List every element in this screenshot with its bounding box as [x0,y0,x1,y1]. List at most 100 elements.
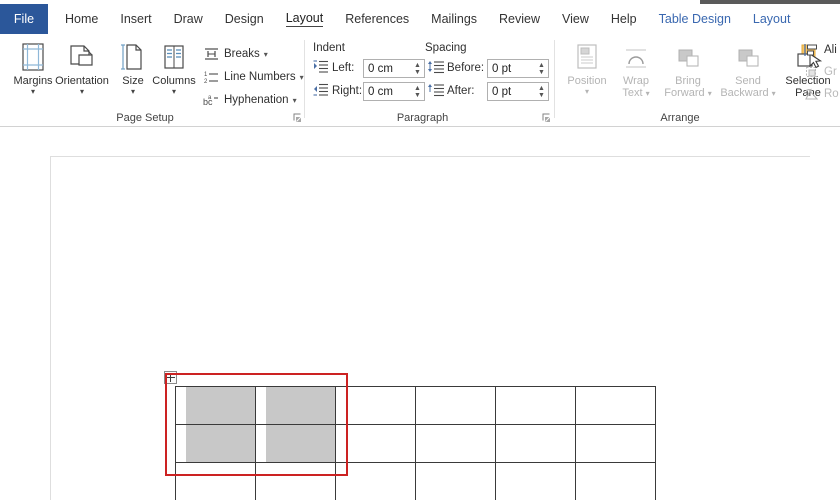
breaks-button[interactable]: Breaks ▾ [203,44,268,64]
tab-layout-contextual[interactable]: Layout [742,4,802,34]
ribbon-group-page-setup: Margins ▾ Orientation ▾ Size ▾ [0,34,305,127]
spacing-after-input[interactable] [488,83,535,100]
table-cell[interactable] [416,463,496,500]
table-grid[interactable] [175,386,656,500]
svg-text:1: 1 [204,72,208,78]
ribbon-tabs: HomeInsertDrawDesignLayoutReferencesMail… [54,4,801,34]
tab-file-label: File [14,12,34,26]
indent-right-icon [313,83,329,98]
indent-right-stepper[interactable]: ▲▼ [411,83,424,100]
cell-selection-highlight [186,387,255,424]
tab-label: Design [225,12,264,26]
indent-left-icon [313,60,329,75]
table-cell[interactable] [576,463,656,500]
indent-right-field[interactable]: ▲▼ [363,82,425,101]
chevron-down-icon[interactable]: ▾ [585,88,589,96]
spacing-before-field[interactable]: ▲▼ [487,59,549,78]
bring-forward-label-2: Forward ▾ [659,87,717,100]
ribbon-group-arrange: Position ▾ Wrap Text ▾ Bring Forward ▾ [555,34,840,127]
table-cell[interactable] [176,463,256,500]
columns-button[interactable]: Columns ▾ [148,38,200,108]
chevron-down-icon: ▾ [708,89,712,98]
cell-selection-highlight [266,387,335,424]
table-cell[interactable] [496,463,576,500]
send-backward-button[interactable]: Send Backward ▾ [717,38,779,108]
page-setup-dialog-launcher[interactable] [292,111,304,123]
paragraph-dialog-launcher[interactable] [541,111,553,123]
tab-design[interactable]: Design [214,4,275,34]
table-cell[interactable] [336,463,416,500]
group-label: Gr [824,66,837,78]
rotate-button[interactable]: Ro [803,84,839,104]
table-cell[interactable] [336,387,416,425]
spacing-before-input[interactable] [488,60,535,77]
indent-left-field[interactable]: ▲▼ [363,59,425,78]
breaks-label: Breaks [224,48,260,60]
chevron-down-icon[interactable]: ▾ [172,88,176,96]
tab-insert[interactable]: Insert [109,4,162,34]
line-numbers-label: Line Numbers [224,71,296,83]
table-move-handle[interactable] [164,371,177,384]
chevron-down-icon: ▾ [646,89,650,98]
position-label: Position [559,75,615,87]
chevron-down-icon[interactable]: ▾ [293,96,297,105]
tab-file[interactable]: File [0,4,48,34]
bring-forward-label-1: Bring [659,75,717,87]
spacing-after-field[interactable]: ▲▼ [487,82,549,101]
hyphenation-button[interactable]: bca Hyphenation ▾ [203,90,297,110]
table-row[interactable] [176,387,656,425]
table-cell[interactable] [416,387,496,425]
tab-label: Review [499,12,540,26]
wrap-text-button[interactable]: Wrap Text ▾ [613,38,659,108]
tab-table-design-contextual[interactable]: Table Design [648,4,742,34]
bring-forward-icon [674,38,702,72]
chevron-down-icon[interactable]: ▾ [80,88,84,96]
tab-view[interactable]: View [551,4,600,34]
chevron-down-icon[interactable]: ▾ [131,88,135,96]
tab-draw[interactable]: Draw [163,4,214,34]
spacing-after-stepper[interactable]: ▲▼ [535,83,548,100]
line-numbers-button[interactable]: 12 Line Numbers ▾ [203,67,304,87]
chevron-down-icon[interactable]: ▾ [300,73,304,82]
table-cell[interactable] [576,387,656,425]
indent-left-stepper[interactable]: ▲▼ [411,60,424,77]
bring-forward-button[interactable]: Bring Forward ▾ [659,38,717,108]
table-cell[interactable] [176,425,256,463]
table-cell[interactable] [256,463,336,500]
align-button[interactable]: Ali [803,40,837,60]
tab-help[interactable]: Help [600,4,648,34]
orientation-button[interactable]: Orientation ▾ [50,38,114,108]
document-page[interactable] [50,156,810,500]
table-cell[interactable] [336,425,416,463]
indent-right-input[interactable] [364,83,411,100]
tab-mailings[interactable]: Mailings [420,4,488,34]
table-cell[interactable] [496,387,576,425]
table-row[interactable] [176,463,656,500]
group-button[interactable]: Gr [803,62,837,82]
indent-left-input[interactable] [364,60,411,77]
tab-review[interactable]: Review [488,4,551,34]
table-row[interactable] [176,425,656,463]
position-button[interactable]: Position ▾ [559,38,615,108]
svg-text:2: 2 [204,79,208,84]
margins-icon [19,38,47,72]
table-cell[interactable] [496,425,576,463]
columns-icon [160,38,188,72]
table-cell[interactable] [256,425,336,463]
chevron-down-icon[interactable]: ▾ [31,88,35,96]
table-cell[interactable] [576,425,656,463]
tab-home[interactable]: Home [54,4,109,34]
spacing-after-label: After: [447,85,474,97]
tab-references[interactable]: References [334,4,420,34]
spacing-before-stepper[interactable]: ▲▼ [535,60,548,77]
chevron-down-icon[interactable]: ▾ [264,50,268,59]
word-table[interactable] [175,386,656,500]
columns-label: Columns [148,75,200,87]
tab-layout[interactable]: Layout [275,4,335,34]
table-cell[interactable] [176,387,256,425]
table-cell[interactable] [416,425,496,463]
table-cell[interactable] [256,387,336,425]
document-canvas[interactable] [0,128,840,500]
position-icon [574,38,600,72]
tab-label: Help [611,12,637,26]
